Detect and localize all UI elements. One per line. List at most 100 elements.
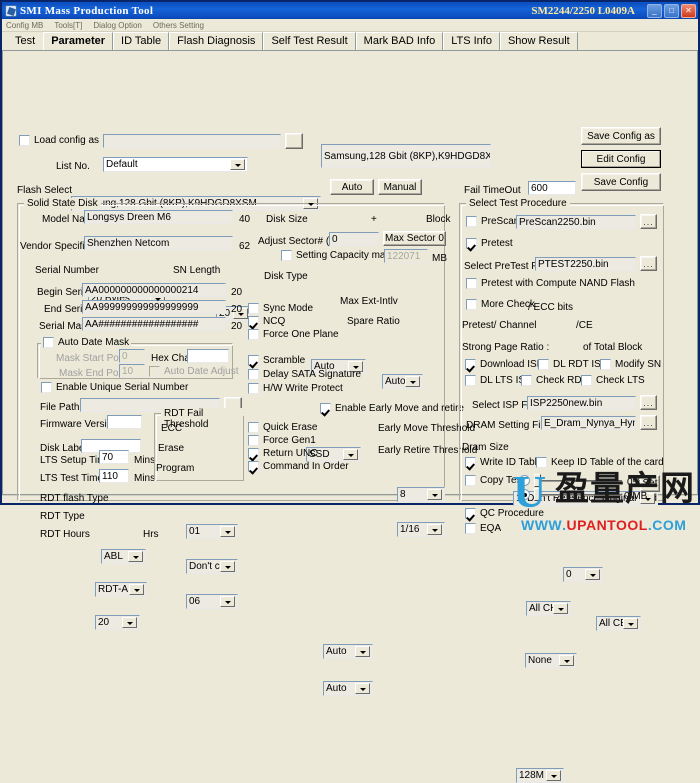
isp-file-browse-button[interactable]: ... [640, 395, 657, 410]
close-button[interactable]: ✕ [681, 4, 696, 18]
max-ext-intlv-value: 8 [400, 489, 406, 500]
copy-mb-slider-thumb[interactable] [534, 488, 541, 501]
tab-show-result[interactable]: Show Result [500, 32, 578, 50]
force-gen1-checkbox[interactable]: Force Gen1 [248, 435, 316, 446]
menu-item-tools[interactable]: Tools[T] [54, 21, 82, 30]
tab-test[interactable]: Test [7, 32, 43, 50]
copy-set-button[interactable]: Set [640, 475, 660, 492]
prescan-checkbox[interactable]: PreScan [466, 216, 519, 227]
qc-procedure-checkbox[interactable]: QC Procedure [465, 508, 544, 519]
pretest-channel-combo[interactable]: All CH [526, 601, 571, 616]
download-isp-checkbox[interactable]: Download ISP [465, 359, 543, 370]
tab-id-table[interactable]: ID Table [113, 32, 169, 50]
tab-lts-info[interactable]: LTS Info [443, 32, 500, 50]
eqa-checkbox[interactable]: EQA [465, 523, 501, 534]
model-name-input[interactable]: Longsys Dreen M6 [84, 210, 233, 224]
dram-size-combo[interactable]: 128M [516, 768, 564, 783]
copy-percent-slider-thumb[interactable] [534, 474, 541, 487]
prescan-browse-button[interactable]: ... [640, 214, 657, 229]
lts-setup-time-input[interactable]: 70 [99, 450, 129, 464]
ecc-bits-combo[interactable]: 0 [563, 567, 603, 582]
setting-capacity-input[interactable]: 122071 [384, 249, 428, 263]
tab-parameter[interactable]: Parameter [43, 32, 113, 50]
flash-auto-button[interactable]: Auto [330, 179, 374, 195]
dram-file-browse-button[interactable]: ... [640, 415, 657, 430]
check-rdt-checkbox[interactable]: Check RDT [521, 375, 588, 386]
dram-setting-file-input[interactable]: E_Dram_Nynya_Hynix.bin [541, 416, 636, 430]
chevron-down-icon [133, 556, 139, 559]
pretest-checkbox[interactable]: Pretest [466, 238, 513, 249]
load-config-as-checkbox[interactable]: Load config as [19, 135, 99, 146]
rdt-type-combo[interactable]: RDT-A [95, 582, 147, 597]
tab-mark-bad-info[interactable]: Mark BAD Info [356, 32, 444, 50]
force-one-plane-checkbox[interactable]: Force One Plane [248, 329, 339, 340]
select-pretest-file-input[interactable]: PTEST2250.bin [535, 257, 636, 271]
list-no-combo[interactable]: Default [103, 157, 248, 172]
sync-mode-checkbox[interactable]: Sync Mode [248, 303, 313, 314]
serial-mask-input[interactable]: AA################## [82, 317, 226, 331]
write-id-table-checkbox[interactable]: Write ID Table [465, 457, 542, 468]
strong-page-ratio-combo[interactable]: None [525, 653, 577, 668]
pretest-file-browse-button[interactable]: ... [640, 256, 657, 271]
max-ext-intlv-combo[interactable]: 8 [397, 487, 445, 502]
mask-start-pos-input[interactable]: 0 [119, 349, 145, 363]
menu-item-others-setting[interactable]: Others Setting [153, 21, 204, 30]
enable-early-move-checkbox[interactable]: Enable Early Move and retire [320, 403, 464, 414]
quick-erase-checkbox[interactable]: Quick Erase [248, 422, 317, 433]
load-config-as-input[interactable] [103, 134, 281, 148]
rdt-flash-type-combo[interactable]: ABL [101, 549, 146, 564]
flash-manual-button[interactable]: Manual [378, 179, 422, 195]
delay-sata-signature-checkbox[interactable]: Delay SATA Signature [248, 369, 361, 380]
firmware-version-input[interactable] [107, 415, 142, 429]
auto-date-adjust-checkbox[interactable]: Auto Date Adjust [149, 366, 239, 377]
modify-sn-checkbox[interactable]: Modify SN [600, 359, 661, 370]
hw-write-protect-checkbox[interactable]: H/W Write Protect [248, 383, 343, 394]
tab-self-test-result[interactable]: Self Test Result [263, 32, 355, 50]
rdt-program-combo[interactable]: 06 [186, 594, 238, 609]
copy-mb-slider[interactable] [534, 488, 622, 501]
save-config-button[interactable]: Save Config [581, 173, 661, 191]
copy-test-checkbox[interactable]: Copy Test [465, 475, 524, 486]
pretest-compute-nand-checkbox[interactable]: Pretest with Compute NAND Flash [466, 278, 635, 289]
rdt-ecc-combo[interactable]: 01 [186, 524, 238, 539]
enable-unique-serial-number-checkbox[interactable]: Enable Unique Serial Number [41, 382, 188, 393]
save-config-as-button[interactable]: Save Config as [581, 127, 661, 145]
fail-timeout-input[interactable]: 600 [528, 181, 576, 195]
copy-test-mb-radio[interactable] [519, 489, 530, 500]
spare-ratio-combo[interactable]: 1/16 [397, 522, 445, 537]
copy-test-percent-radio[interactable] [519, 475, 530, 486]
return-unc-checkbox[interactable]: Return UNC [248, 448, 317, 459]
edit-config-button[interactable]: Edit Config [581, 150, 661, 168]
more-check-checkbox[interactable]: More Check [466, 299, 535, 310]
rdt-hours-combo[interactable]: 20 [95, 615, 140, 630]
check-lts-checkbox[interactable]: Check LTS [581, 375, 645, 386]
end-serial-input[interactable]: AA999999999999999999 [82, 300, 226, 314]
vendor-specific-input[interactable]: Shenzhen Netcom [84, 236, 233, 250]
minimize-button[interactable]: _ [647, 4, 662, 18]
prescan-file-input[interactable]: PreScan2250.bin [516, 215, 636, 229]
select-isp-file-input[interactable]: ISP2250new.bin [527, 396, 636, 410]
scramble-checkbox[interactable]: Scramble [248, 355, 305, 366]
menu-item-dialog-option[interactable]: Dialog Option [93, 21, 141, 30]
hex-char-input[interactable] [187, 349, 229, 363]
ice-combo[interactable]: All CE [596, 616, 641, 631]
strong-page-ratio-label: Strong Page Ratio : [462, 342, 549, 353]
keep-id-table-checkbox[interactable]: Keep ID Table of the card [536, 457, 664, 468]
copy-percent-slider[interactable] [534, 474, 622, 487]
mask-end-pos-input[interactable]: 10 [119, 364, 145, 378]
load-config-browse-button[interactable] [285, 133, 303, 149]
disk-size-block-combo[interactable]: Auto [382, 374, 423, 389]
lts-test-time-input[interactable]: 110 [99, 469, 129, 483]
early-move-threshold-combo[interactable]: Auto [323, 644, 373, 659]
begin-serial-input[interactable]: AA000000000000000214 [82, 283, 226, 297]
command-in-order-checkbox[interactable]: Command In Order [248, 461, 349, 472]
ncq-checkbox[interactable]: NCQ [248, 316, 285, 327]
dl-rdt-isp-checkbox[interactable]: DL RDT ISP [538, 359, 607, 370]
maximize-button[interactable]: □ [664, 4, 679, 18]
adjust-sector-input[interactable]: 0 [329, 232, 379, 246]
menu-item-config-mb[interactable]: Config MB [6, 21, 43, 30]
auto-date-mask-checkbox[interactable]: Auto Date Mask [41, 337, 131, 348]
early-retire-threshold-combo[interactable]: Auto [323, 681, 373, 696]
rdt-erase-combo[interactable]: Don't care [186, 559, 238, 574]
tab-flash-diagnosis[interactable]: Flash Diagnosis [169, 32, 263, 50]
